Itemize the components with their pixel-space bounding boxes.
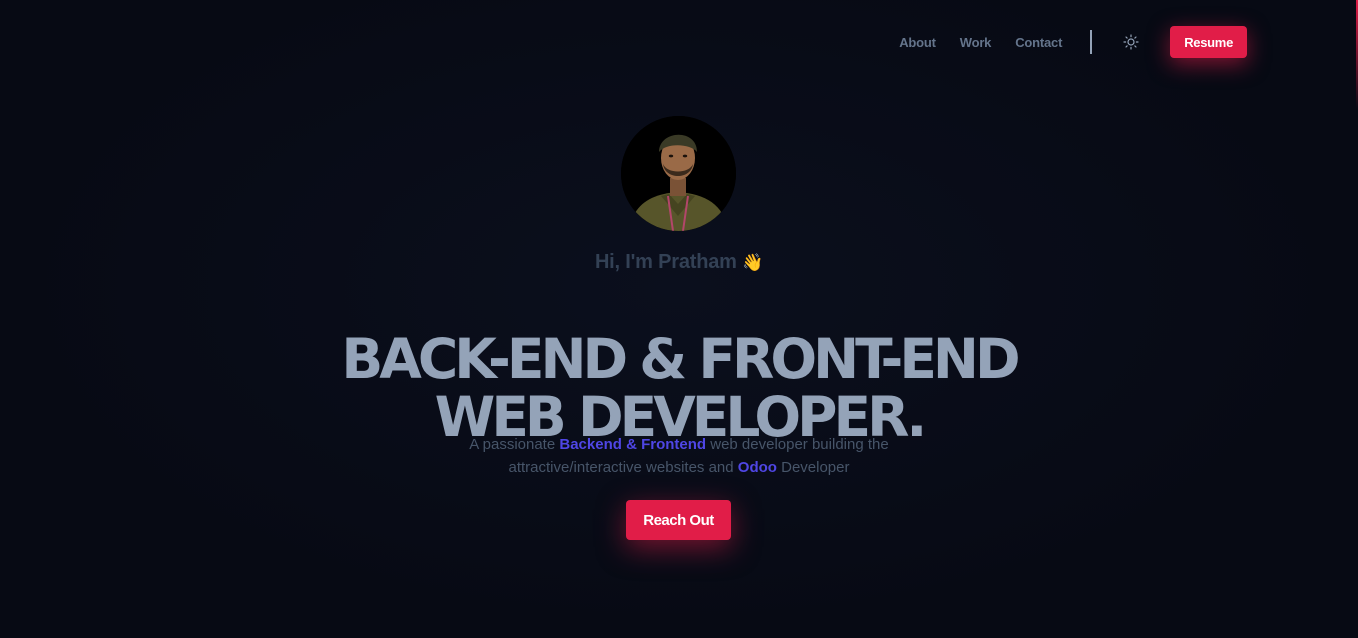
tagline-highlight-odoo: Odoo [737,459,777,476]
headline-line-1: BACK-END & FRONT-END [341,326,1020,391]
nav-link-contact[interactable]: Contact [1015,35,1062,50]
resume-button[interactable]: Resume [1170,26,1247,58]
tagline-part-3: attractive/interactive websites and [508,459,738,476]
nav-link-work[interactable]: Work [960,35,992,50]
tagline-part-4: Developer [776,459,850,476]
reach-out-button[interactable]: Reach Out [626,500,731,540]
waving-hand-icon: 👋 [742,253,764,272]
page: About Work Contact Resume Hi, I'm Pratha… [0,0,1358,638]
tagline-part-1: A passionate [469,436,560,453]
profile-photo [621,116,736,231]
hero-tagline: A passionate Backend & Frontend web deve… [0,433,1358,479]
top-nav: About Work Contact Resume [899,26,1247,58]
hero-headline: BACK-END & FRONT-END WEB DEVELOPER. [0,330,1358,446]
tagline-highlight-backend-frontend: Backend & Frontend [559,436,707,453]
nav-link-about[interactable]: About [899,35,936,50]
theme-toggle-button[interactable] [1122,33,1140,51]
greeting-label: Hi, I'm Pratham [594,251,737,273]
sun-icon [1123,34,1139,50]
avatar [621,116,736,231]
nav-divider [1090,30,1093,54]
tagline-part-2: web developer building the [706,436,889,453]
greeting-text: Hi, I'm Pratham 👋 [0,251,1358,274]
